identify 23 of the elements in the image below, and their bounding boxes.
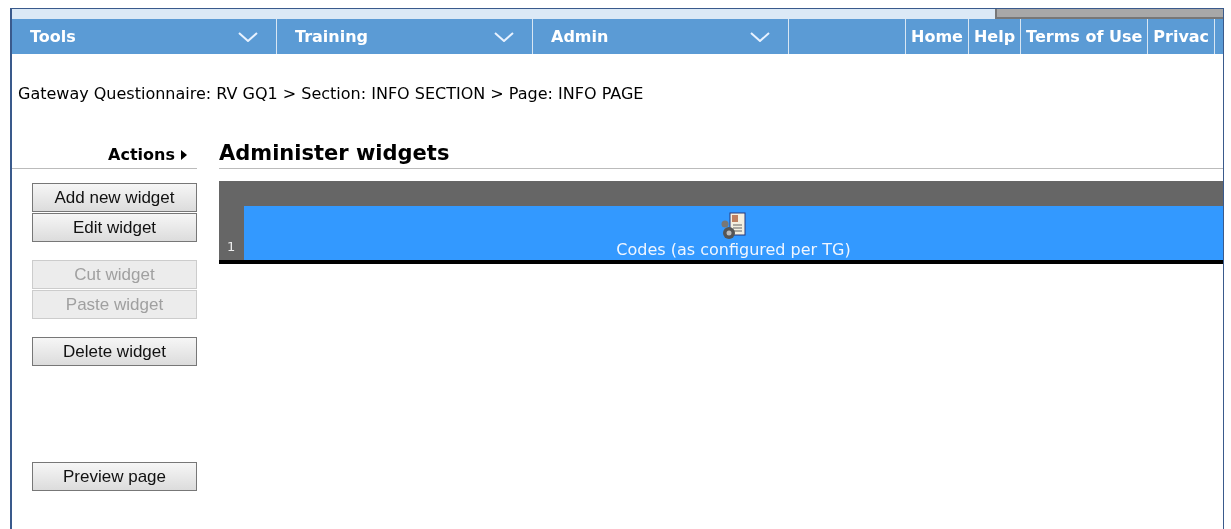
action-button[interactable]: Edit widget [32, 213, 197, 242]
document-gear-icon [720, 212, 747, 240]
row-number: 1 [226, 238, 237, 256]
chevron-down-icon [238, 31, 258, 42]
menu-dropdown[interactable]: Training [277, 19, 533, 54]
menu-dropdown[interactable]: Admin [533, 19, 789, 54]
chevron-down-icon [494, 31, 514, 42]
actions-heading: Actions [108, 145, 175, 164]
nav-link[interactable]: Terms of Use [1021, 19, 1149, 54]
action-button[interactable]: Add new widget [32, 183, 197, 212]
triangle-right-icon [181, 149, 187, 160]
breadcrumb: Gateway Questionnaire: RV GQ1 > Section: INFO SECTION > Page: INFO PAGE [18, 84, 645, 103]
scrollbar-thumb[interactable] [995, 9, 1223, 19]
action-button[interactable]: Preview page [32, 462, 197, 491]
nav-link[interactable]: Help [968, 19, 1022, 54]
widget-item[interactable]: Codes (as configured per TG) [244, 206, 1223, 260]
page-title: Administer widgets [219, 141, 1223, 169]
widget-label: Codes (as configured per TG) [616, 240, 851, 259]
action-button[interactable]: Delete widget [32, 337, 197, 366]
menu-dropdown[interactable]: Tools [12, 19, 277, 54]
nav-link[interactable]: Privac [1148, 19, 1216, 54]
nav-link[interactable]: Home [906, 19, 969, 54]
chevron-down-icon [750, 31, 770, 42]
